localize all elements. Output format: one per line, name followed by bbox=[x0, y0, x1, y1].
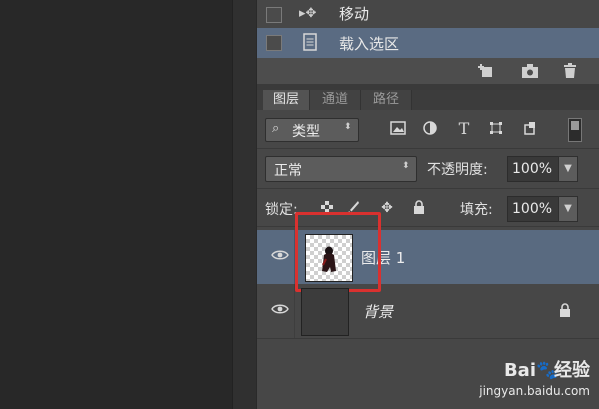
move-icon: ▸✥ bbox=[299, 6, 317, 21]
tab-paths[interactable]: 路径 bbox=[361, 90, 412, 110]
divider bbox=[257, 148, 599, 149]
eye-icon[interactable] bbox=[271, 248, 289, 266]
paw-icon: 🐾 bbox=[536, 360, 559, 381]
fill-dropdown-button[interactable]: ▼ bbox=[558, 196, 578, 222]
action-item-load-selection[interactable]: 载入选区 bbox=[257, 28, 599, 58]
lock-icon bbox=[559, 303, 571, 317]
type-filter-icon[interactable]: T bbox=[456, 121, 472, 137]
layer-filter-select[interactable]: ⌕ 类型 ⬍ bbox=[265, 118, 359, 142]
watermark-brand: Bai🐾经验 bbox=[479, 356, 590, 382]
watermark: Bai🐾经验 jingyan.baidu.com bbox=[479, 356, 590, 403]
lock-position-icon[interactable]: ✥ bbox=[379, 200, 395, 216]
updown-arrow-icon: ⬍ bbox=[402, 161, 410, 171]
blend-mode-value: 正常 bbox=[274, 163, 302, 179]
blend-mode-select[interactable]: 正常 ⬍ bbox=[265, 156, 417, 182]
watermark-url: jingyan.baidu.com bbox=[479, 384, 590, 398]
camera-icon[interactable] bbox=[521, 63, 539, 79]
smart-object-filter-icon[interactable] bbox=[522, 121, 538, 137]
highlight-box bbox=[295, 212, 381, 292]
lock-all-icon[interactable] bbox=[411, 200, 427, 216]
shape-filter-icon[interactable] bbox=[488, 121, 504, 137]
divider bbox=[257, 338, 599, 339]
fill-input[interactable]: 100% bbox=[507, 196, 559, 222]
trash-icon[interactable] bbox=[561, 63, 579, 79]
watermark-brand-left: Bai bbox=[503, 360, 536, 381]
canvas-area bbox=[0, 0, 232, 409]
fill-label: 填充: bbox=[460, 202, 493, 218]
watermark-brand-right: 经验 bbox=[554, 360, 590, 381]
layer-thumbnail bbox=[301, 288, 349, 336]
divider bbox=[257, 188, 599, 189]
action-toggle-checkbox[interactable] bbox=[266, 35, 282, 51]
filter-toggle-switch[interactable] bbox=[568, 118, 582, 142]
layer-row[interactable]: 背景 bbox=[257, 284, 599, 338]
right-panel: ▸✥ 移动 载入选区 图层 通道 路径 ⌕ 类型 ⬍ T 正常 ⬍ 不透明度: … bbox=[256, 0, 599, 409]
tab-channels[interactable]: 通道 bbox=[310, 90, 361, 110]
panel-dock-gutter bbox=[232, 0, 257, 409]
action-item-move[interactable]: ▸✥ 移动 bbox=[257, 0, 599, 30]
action-label: 载入选区 bbox=[339, 35, 400, 53]
opacity-dropdown-button[interactable]: ▼ bbox=[558, 156, 578, 182]
filter-label: 类型 bbox=[292, 124, 320, 140]
action-label: 移动 bbox=[339, 5, 370, 23]
document-icon bbox=[303, 33, 317, 51]
opacity-input[interactable]: 100% bbox=[507, 156, 559, 182]
new-action-icon[interactable] bbox=[477, 63, 495, 79]
updown-arrow-icon: ⬍ bbox=[344, 122, 352, 132]
action-toggle-checkbox[interactable] bbox=[266, 7, 282, 23]
adjustment-filter-icon[interactable] bbox=[422, 121, 438, 137]
image-filter-icon[interactable] bbox=[390, 121, 406, 137]
actions-footer-toolbar bbox=[257, 58, 599, 85]
tab-layers[interactable]: 图层 bbox=[263, 90, 310, 110]
search-icon: ⌕ bbox=[272, 121, 280, 136]
layer-name[interactable]: 背景 bbox=[363, 301, 393, 322]
eye-icon[interactable] bbox=[271, 302, 289, 320]
lock-label: 锁定: bbox=[265, 202, 298, 218]
layers-tab-bar: 图层 通道 路径 bbox=[257, 90, 599, 110]
divider bbox=[294, 284, 295, 338]
opacity-label: 不透明度: bbox=[427, 162, 488, 178]
